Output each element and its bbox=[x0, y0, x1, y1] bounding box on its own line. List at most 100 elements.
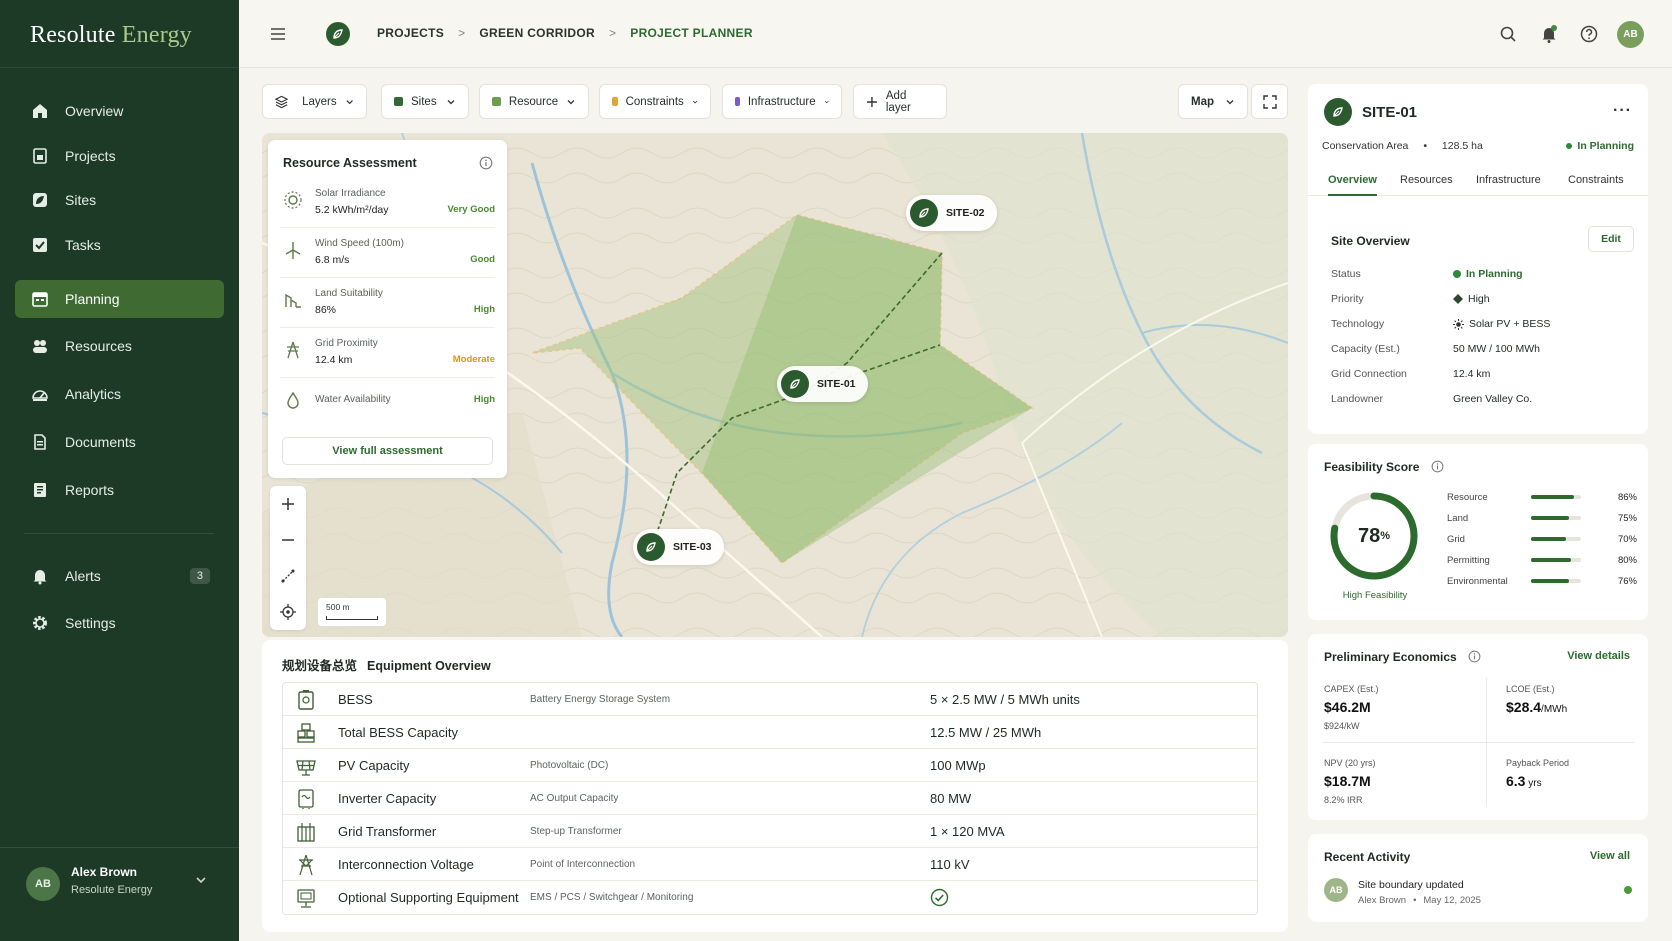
lcoe-label: LCOE (Est.) bbox=[1506, 684, 1555, 694]
filter-label: Resource bbox=[508, 95, 559, 108]
zoom-in-button[interactable] bbox=[270, 486, 306, 522]
user-profile[interactable]: AB Alex Brown Resolute Energy bbox=[0, 847, 239, 941]
field-value: Solar PV + BESS bbox=[1469, 318, 1551, 330]
equipment-title-en: Equipment Overview bbox=[367, 659, 491, 673]
filter-resource[interactable]: Resource bbox=[479, 84, 589, 119]
view-all-link[interactable]: View all bbox=[1590, 850, 1630, 862]
measure-button[interactable] bbox=[270, 558, 306, 594]
economics-title-text: Preliminary Economics bbox=[1324, 650, 1457, 664]
field-label: Priority bbox=[1331, 293, 1364, 305]
activity-status-dot bbox=[1624, 886, 1632, 894]
site-02-marker[interactable]: SITE-02 bbox=[906, 195, 997, 231]
filter-constraints[interactable]: Constraints bbox=[599, 84, 711, 119]
zoom-out-button[interactable] bbox=[270, 522, 306, 558]
sidebar-item-label: Analytics bbox=[65, 386, 122, 402]
view-full-assessment-button[interactable]: View full assessment bbox=[282, 437, 493, 465]
sidebar-item-planning[interactable]: Planning bbox=[15, 280, 224, 318]
assessment-row-wind: Wind Speed (100m) 6.8 m/s Good bbox=[280, 228, 495, 278]
add-layer-button[interactable]: Add layer bbox=[853, 84, 947, 119]
info-icon[interactable] bbox=[1431, 460, 1444, 473]
edit-button[interactable]: Edit bbox=[1588, 226, 1634, 252]
payback-unit: yrs bbox=[1525, 778, 1542, 789]
sidebar-item-label: Alerts bbox=[65, 568, 101, 584]
info-icon[interactable] bbox=[479, 156, 493, 170]
layers-dropdown[interactable]: Layers bbox=[262, 84, 367, 119]
sidebar-item-documents[interactable]: Documents bbox=[15, 423, 224, 461]
field-priority: High bbox=[1453, 293, 1490, 305]
equipment-name: Interconnection Voltage bbox=[338, 856, 474, 872]
breadcrumb-green-corridor[interactable]: GREEN CORRIDOR bbox=[479, 26, 595, 40]
land-icon bbox=[285, 293, 301, 308]
assessment-name: Solar Irradiance bbox=[315, 188, 386, 199]
sidebar-item-resources[interactable]: Resources bbox=[15, 327, 224, 365]
tab-overview[interactable]: Overview bbox=[1328, 174, 1377, 196]
more-options-icon[interactable]: ··· bbox=[1613, 102, 1632, 120]
brand-logo[interactable]: Resolute Energy bbox=[30, 22, 192, 49]
layers-label: Layers bbox=[302, 95, 337, 108]
equipment-value: 5 × 2.5 MW / 5 MWh units bbox=[930, 691, 1080, 707]
help-icon[interactable] bbox=[1579, 24, 1599, 44]
score-bar-fill bbox=[1531, 558, 1571, 562]
assessment-value: 12.4 km bbox=[315, 354, 353, 366]
project-logo-icon bbox=[326, 22, 350, 46]
filter-label: Constraints bbox=[625, 95, 684, 108]
top-avatar[interactable]: AB bbox=[1617, 21, 1644, 48]
home-icon bbox=[33, 104, 47, 118]
notification-bell-icon[interactable] bbox=[1539, 24, 1559, 44]
map-controls bbox=[270, 486, 306, 630]
site-03-marker[interactable]: SITE-03 bbox=[633, 529, 724, 565]
activity-user: Alex Brown bbox=[1358, 895, 1407, 906]
sidebar-item-reports[interactable]: Reports bbox=[15, 471, 224, 509]
feasibility-score-value: 78% bbox=[1328, 490, 1420, 582]
sidebar-item-tasks[interactable]: Tasks bbox=[15, 226, 224, 264]
user-name: Alex Brown bbox=[71, 865, 138, 879]
sidebar-item-alerts[interactable]: Alerts 3 bbox=[15, 557, 224, 595]
field-grid-connection: 12.4 km bbox=[1453, 368, 1491, 380]
info-icon[interactable] bbox=[1468, 650, 1481, 663]
tab-resources[interactable]: Resources bbox=[1400, 174, 1453, 186]
leaf-icon bbox=[637, 533, 665, 561]
equipment-title-cn: 规划设备总览 bbox=[282, 659, 358, 673]
sidebar-item-settings[interactable]: Settings bbox=[15, 604, 224, 642]
assessment-status: Moderate bbox=[452, 354, 495, 365]
equipment-desc: Step-up Transformer bbox=[530, 825, 622, 837]
score-bar-fill bbox=[1531, 537, 1566, 541]
field-label: Landowner bbox=[1331, 393, 1383, 405]
filter-sites[interactable]: Sites bbox=[381, 84, 469, 119]
view-details-link[interactable]: View details bbox=[1567, 650, 1630, 662]
sidebar-item-analytics[interactable]: Analytics bbox=[15, 375, 224, 413]
filter-infrastructure[interactable]: Infrastructure bbox=[722, 84, 842, 119]
score-pct: 76% bbox=[1617, 576, 1637, 587]
equipment-desc: Point of Interconnection bbox=[530, 858, 636, 870]
activity-meta: Alex Brown • May 12, 2025 bbox=[1358, 895, 1481, 906]
sidebar-item-sites[interactable]: Sites bbox=[15, 181, 224, 219]
tab-infrastructure[interactable]: Infrastructure bbox=[1476, 174, 1541, 186]
npv-value: $18.7M bbox=[1324, 773, 1371, 789]
breadcrumb-projects[interactable]: PROJECTS bbox=[377, 26, 444, 40]
brand-accent: Energy bbox=[121, 22, 192, 48]
score-pct: 70% bbox=[1617, 534, 1637, 545]
sidebar-item-overview[interactable]: Overview bbox=[15, 92, 224, 130]
menu-icon[interactable] bbox=[268, 24, 288, 44]
equipment-desc: AC Output Capacity bbox=[530, 792, 619, 804]
assessment-name: Grid Proximity bbox=[315, 338, 378, 349]
site-overview-title: Site Overview bbox=[1331, 234, 1410, 248]
sidebar-item-label: Planning bbox=[65, 291, 120, 307]
site-01-marker[interactable]: SITE-01 bbox=[777, 366, 868, 402]
sun-icon bbox=[1453, 318, 1464, 330]
plus-icon bbox=[866, 96, 877, 107]
search-icon[interactable] bbox=[1498, 24, 1518, 44]
transformer-icon bbox=[297, 823, 315, 842]
sidebar-item-projects[interactable]: Projects bbox=[15, 137, 224, 175]
chevron-down-icon[interactable] bbox=[195, 874, 207, 886]
fullscreen-button[interactable] bbox=[1251, 84, 1288, 119]
breadcrumb-separator: > bbox=[458, 26, 466, 40]
locate-button[interactable] bbox=[270, 594, 306, 630]
score-row-grid: Grid 70% bbox=[1447, 534, 1637, 545]
tab-constraints[interactable]: Constraints bbox=[1568, 174, 1624, 186]
resource-assessment-panel: Resource Assessment Solar Irradiance 5.2… bbox=[268, 140, 507, 478]
meta-separator: • bbox=[1413, 895, 1417, 906]
map-scale: 500 m bbox=[318, 598, 386, 626]
gauge-icon bbox=[32, 390, 48, 401]
view-mode-dropdown[interactable]: Map bbox=[1178, 84, 1248, 119]
